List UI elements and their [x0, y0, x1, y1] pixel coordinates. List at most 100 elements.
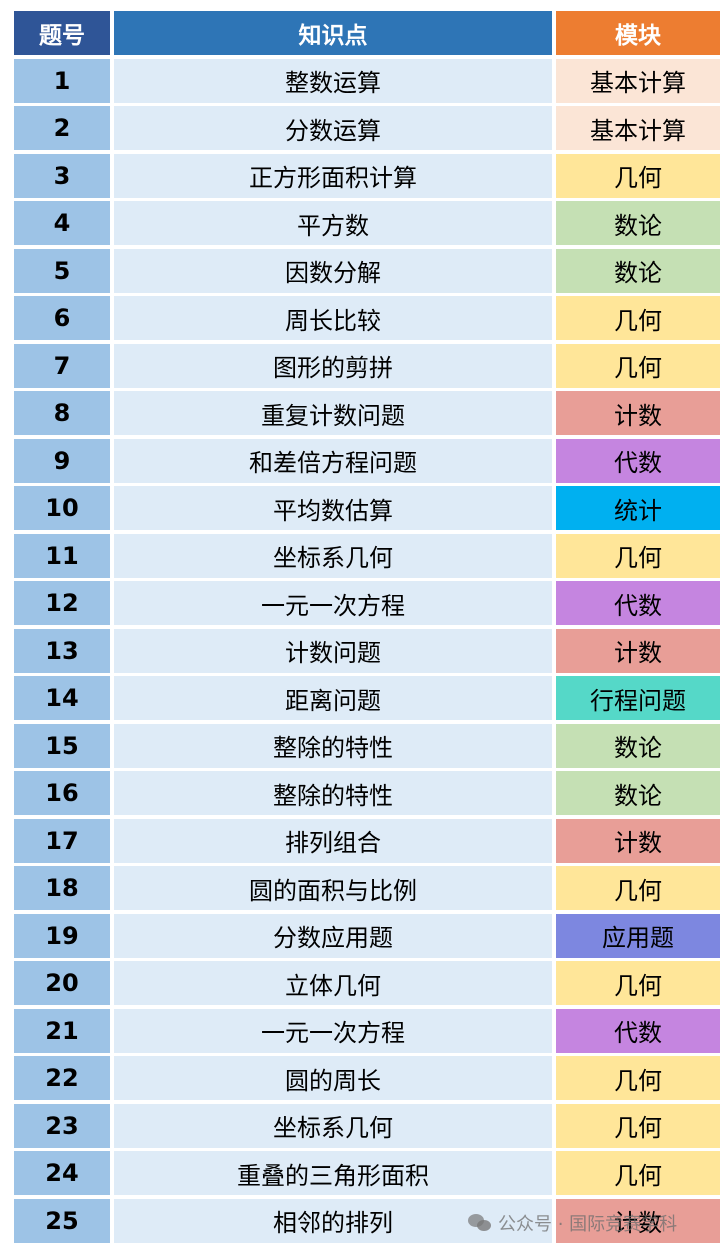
- row-topic: 整数运算: [114, 58, 552, 103]
- row-module: 计数: [556, 391, 720, 435]
- row-number: 19: [14, 913, 110, 958]
- row-number: 11: [14, 533, 110, 578]
- row-topic: 和差倍方程问题: [114, 438, 552, 483]
- row-topic: 分数运算: [114, 106, 552, 150]
- row-number: 22: [14, 1056, 110, 1100]
- row-module: 行程问题: [556, 676, 720, 720]
- row-number: 12: [14, 581, 110, 625]
- row-topic: 圆的面积与比例: [114, 866, 552, 910]
- table-row: 13 计数问题 计数: [14, 628, 722, 673]
- row-module: 数论: [556, 771, 720, 815]
- header-topic: 知识点: [114, 11, 552, 55]
- row-module: 代数: [556, 581, 720, 625]
- row-topic: 周长比较: [114, 296, 552, 340]
- row-topic: 整除的特性: [114, 723, 552, 768]
- row-module: 几何: [556, 533, 720, 578]
- row-topic: 因数分解: [114, 248, 552, 293]
- table-row: 4 平方数 数论: [14, 201, 722, 245]
- row-topic: 平方数: [114, 201, 552, 245]
- row-module: 代数: [556, 438, 720, 483]
- row-number: 15: [14, 723, 110, 768]
- row-module: 数论: [556, 723, 720, 768]
- row-topic: 计数问题: [114, 628, 552, 673]
- table-row: 6 周长比较 几何: [14, 296, 722, 340]
- row-module: 几何: [556, 961, 720, 1005]
- row-number: 4: [14, 201, 110, 245]
- row-number: 5: [14, 248, 110, 293]
- table-row: 15 整除的特性 数论: [14, 723, 722, 768]
- table-row: 22 圆的周长 几何: [14, 1056, 722, 1100]
- row-module: 基本计算: [556, 58, 720, 103]
- row-module: 数论: [556, 201, 720, 245]
- table-row: 11 坐标系几何 几何: [14, 533, 722, 578]
- row-topic: 一元一次方程: [114, 581, 552, 625]
- row-topic: 坐标系几何: [114, 533, 552, 578]
- table-row: 16 整除的特性 数论: [14, 771, 722, 815]
- table-row: 7 图形的剪拼 几何: [14, 343, 722, 388]
- row-number: 13: [14, 628, 110, 673]
- row-module: 基本计算: [556, 106, 720, 150]
- row-topic: 一元一次方程: [114, 1008, 552, 1053]
- row-topic: 整除的特性: [114, 771, 552, 815]
- row-module: 计数: [556, 818, 720, 863]
- table-row: 12 一元一次方程 代数: [14, 581, 722, 625]
- row-module: 数论: [556, 248, 720, 293]
- row-topic: 正方形面积计算: [114, 153, 552, 198]
- table-header: 题号 知识点 模块: [14, 11, 722, 55]
- row-module: 几何: [556, 1103, 720, 1148]
- row-number: 21: [14, 1008, 110, 1053]
- row-number: 20: [14, 961, 110, 1005]
- table-row: 23 坐标系几何 几何: [14, 1103, 722, 1148]
- row-number: 25: [14, 1198, 110, 1243]
- wechat-icon: [468, 1214, 492, 1232]
- row-module: 统计: [556, 486, 720, 530]
- row-topic: 平均数估算: [114, 486, 552, 530]
- table-body: 1 整数运算 基本计算 2 分数运算 基本计算 3 正方形面积计算 几何 4 平方数 数论 5 因数分解数…: [14, 58, 722, 1243]
- row-module: 几何: [556, 153, 720, 198]
- watermark: 公众号 · 国际竞赛学科: [468, 1210, 677, 1236]
- row-number: 14: [14, 676, 110, 720]
- watermark-text: 公众号 · 国际竞赛学科: [498, 1214, 678, 1235]
- row-topic: 重复计数问题: [114, 391, 552, 435]
- row-number: 8: [14, 391, 110, 435]
- row-number: 16: [14, 771, 110, 815]
- row-topic: 图形的剪拼: [114, 343, 552, 388]
- row-number: 18: [14, 866, 110, 910]
- header-number: 题号: [14, 11, 110, 55]
- table-row: 17 排列组合 计数: [14, 818, 722, 863]
- header-module: 模块: [556, 11, 720, 55]
- table-row: 10 平均数估算 统计: [14, 486, 722, 530]
- row-number: 3: [14, 153, 110, 198]
- row-module: 几何: [556, 1056, 720, 1100]
- row-number: 2: [14, 106, 110, 150]
- row-module: 几何: [556, 343, 720, 388]
- row-module: 应用题: [556, 913, 720, 958]
- row-number: 23: [14, 1103, 110, 1148]
- row-topic: 排列组合: [114, 818, 552, 863]
- table-row: 5 因数分解 数论: [14, 248, 722, 293]
- table-row: 2 分数运算 基本计算: [14, 106, 722, 150]
- table-row: 24 重叠的三角形面积 几何: [14, 1151, 722, 1195]
- row-number: 17: [14, 818, 110, 863]
- row-topic: 距离问题: [114, 676, 552, 720]
- row-number: 24: [14, 1151, 110, 1195]
- row-module: 计数: [556, 628, 720, 673]
- table-row: 18 圆的面积与比例 几何: [14, 866, 722, 910]
- row-number: 7: [14, 343, 110, 388]
- table-row: 3 正方形面积计算 几何: [14, 153, 722, 198]
- table-row: 14 距离问题 行程问题: [14, 676, 722, 720]
- row-module: 几何: [556, 1151, 720, 1195]
- row-module: 几何: [556, 296, 720, 340]
- table-row: 1 整数运算 基本计算: [14, 58, 722, 103]
- row-topic: 分数应用题: [114, 913, 552, 958]
- row-topic: 圆的周长: [114, 1056, 552, 1100]
- row-number: 10: [14, 486, 110, 530]
- knowledge-table: 题号 知识点 模块 1 整数运算 基本计算 2 分数运算 基本计算 3 正方形面积计算 几何 4 平…: [14, 11, 722, 1246]
- row-number: 9: [14, 438, 110, 483]
- table-row: 21 一元一次方程 代数: [14, 1008, 722, 1053]
- row-topic: 坐标系几何: [114, 1103, 552, 1148]
- row-module: 几何: [556, 866, 720, 910]
- table-row: 19 分数应用题 应用题: [14, 913, 722, 958]
- table-row: 8 重复计数问题 计数: [14, 391, 722, 435]
- row-topic: 立体几何: [114, 961, 552, 1005]
